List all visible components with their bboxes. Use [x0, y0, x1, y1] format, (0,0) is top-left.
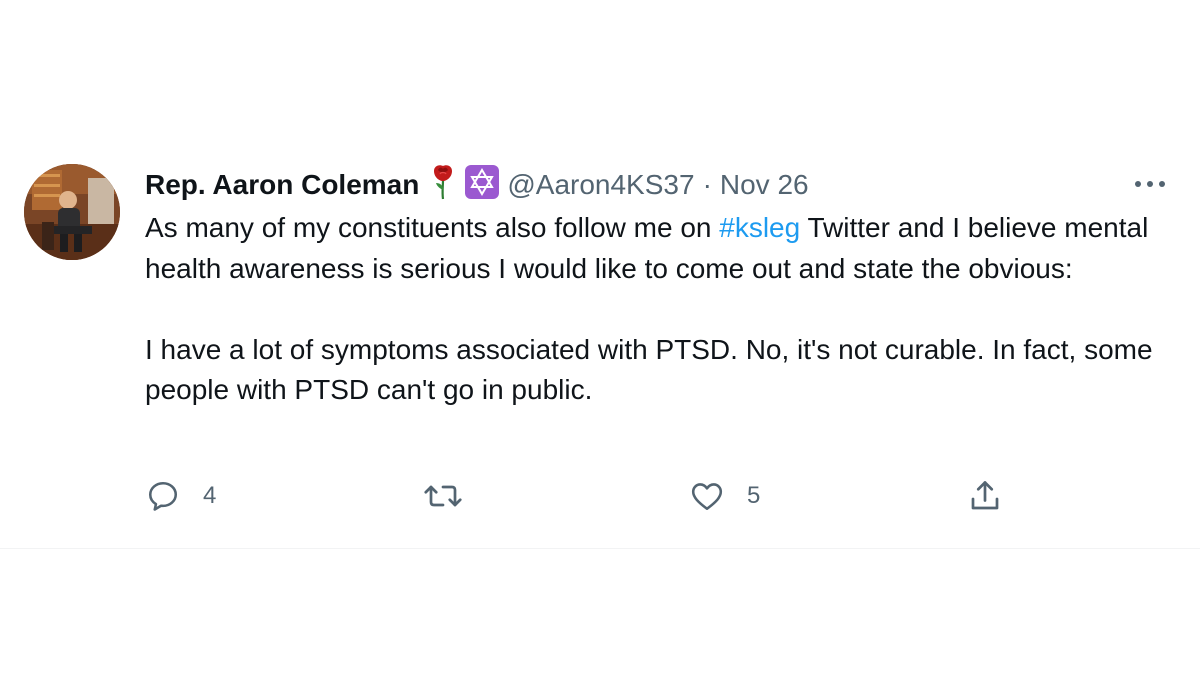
retweet-icon	[424, 485, 462, 507]
share-icon	[971, 481, 999, 510]
heart-icon	[691, 483, 723, 511]
share-button[interactable]	[967, 478, 1003, 514]
display-name[interactable]: Rep. Aaron Coleman	[145, 169, 419, 201]
page-background	[0, 548, 1200, 675]
star-of-david-icon	[465, 164, 500, 206]
avatar-photo	[24, 164, 120, 260]
like-button[interactable]: 5	[689, 478, 760, 514]
user-handle[interactable]: @Aaron4KS37	[507, 169, 694, 201]
reply-button[interactable]: 4	[145, 478, 216, 514]
reply-count: 4	[203, 482, 217, 509]
more-options-button[interactable]	[1132, 170, 1168, 198]
avatar[interactable]	[24, 164, 120, 260]
header-separator: ·	[702, 169, 712, 200]
retweet-button[interactable]	[423, 478, 485, 514]
tweet-card[interactable]: Rep. Aaron Coleman @Aaron4KS37 · Nov 26	[0, 0, 1200, 548]
tweet-paragraph-1: As many of my constituents also follow m…	[145, 208, 1185, 289]
tweet-paragraph-2: I have a lot of symptoms associated with…	[145, 333, 1153, 406]
reply-icon	[148, 481, 178, 511]
tweet-date[interactable]: Nov 26	[720, 169, 809, 201]
rose-emoji-icon	[431, 164, 455, 207]
tweet-text: As many of my constituents also follow m…	[145, 208, 1185, 411]
tweet-text-part: As many of my constituents also follow m…	[145, 212, 720, 243]
tweet-header: Rep. Aaron Coleman @Aaron4KS37 · Nov 26	[145, 164, 809, 207]
hashtag-link[interactable]: #ksleg	[719, 212, 800, 243]
like-count: 5	[747, 482, 761, 509]
more-dots-icon	[1135, 181, 1165, 187]
